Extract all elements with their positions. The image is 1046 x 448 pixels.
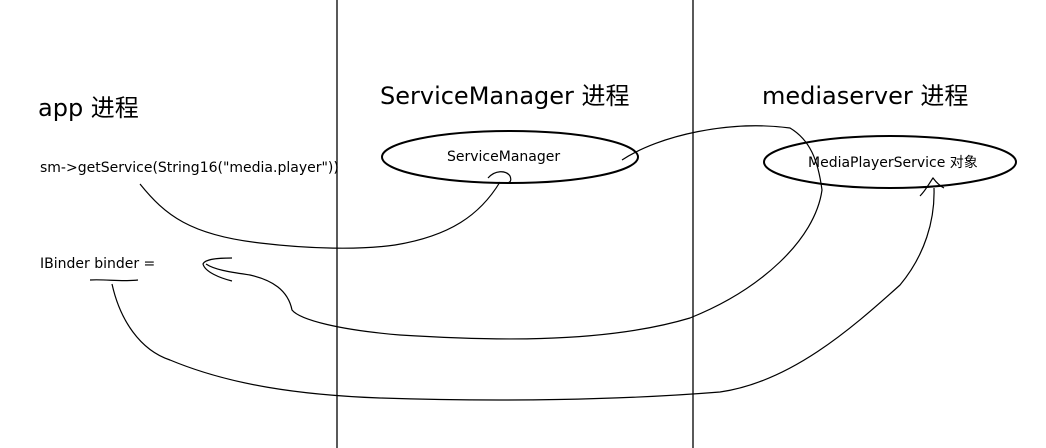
code-binder-assignment: IBinder binder = [40, 256, 156, 272]
code-getservice-call: sm->getService(String16("media.player")) [40, 160, 339, 176]
column-title-servicemanager: ServiceManager 进程 [380, 82, 630, 110]
arrow-binder-to-mediaplayerservice [111, 187, 935, 401]
column-title-mediaserver: mediaserver 进程 [762, 82, 969, 110]
node-label-mediaplayerservice: MediaPlayerService 对象 [808, 155, 978, 171]
arrow-getservice-head [487, 171, 512, 184]
column-title-app: app 进程 [38, 94, 139, 122]
diagram-canvas [89, 0, 1017, 448]
node-label-servicemanager: ServiceManager [447, 149, 561, 165]
arrow-getservice-to-servicemanager [139, 181, 501, 249]
binder-underline [89, 279, 139, 282]
